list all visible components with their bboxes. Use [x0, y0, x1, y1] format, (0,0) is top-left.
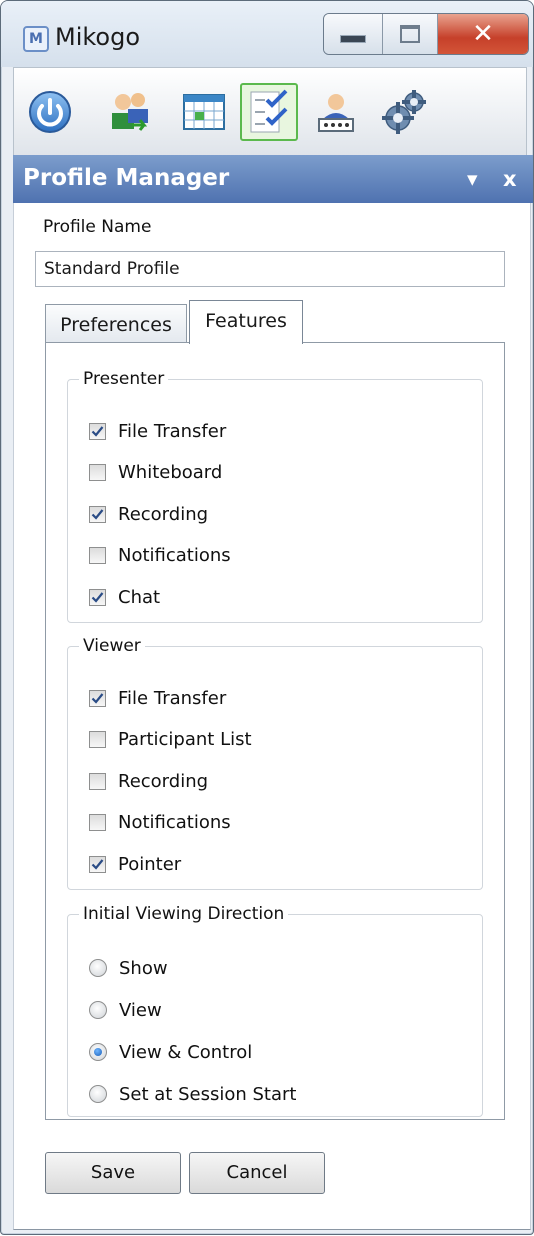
window-title: Mikogo — [55, 23, 141, 51]
direction-option-label: View & Control — [119, 1041, 253, 1063]
panel-title: Profile Manager — [23, 165, 230, 191]
viewer-participant-list-option[interactable]: Participant List — [89, 727, 252, 753]
presenter-file-transfer-option[interactable]: File Transfer — [89, 418, 226, 444]
viewer-recording-checkbox[interactable] — [89, 772, 106, 790]
viewer-notifications-checkbox[interactable] — [89, 814, 106, 831]
profile-name-label: Profile Name — [43, 217, 152, 237]
mikogo-logo-icon: M — [23, 26, 49, 52]
viewer-notifications-option[interactable]: Notifications — [89, 810, 231, 836]
password-button[interactable] — [310, 86, 362, 138]
maximize-button[interactable] — [383, 14, 438, 54]
checkmark-icon — [91, 692, 104, 704]
presenter-option-label: Recording — [118, 503, 209, 525]
presenter-chat-checkbox[interactable] — [89, 588, 106, 606]
viewing-direction-legend: Initial Viewing Direction — [79, 904, 289, 924]
profile-checklist-icon — [250, 89, 288, 133]
viewer-option-label: Recording — [118, 770, 209, 792]
schedule-table-icon — [183, 94, 225, 130]
checkmark-icon — [91, 508, 104, 520]
direction-view-control-option[interactable]: View & Control — [89, 1039, 252, 1065]
settings-gears-icon — [382, 90, 426, 134]
checkmark-icon — [91, 425, 104, 437]
profile-name-input[interactable]: Standard Profile — [35, 251, 505, 287]
profile-manager-header: Profile Manager ▾ x — [13, 155, 533, 203]
schedule-button[interactable] — [178, 86, 230, 138]
app-window: M Mikogo ✕ Profile Manager ▾ x Profile N… — [0, 0, 534, 1235]
window-controls: ✕ — [323, 13, 529, 55]
tab-features[interactable]: Features — [189, 300, 303, 344]
direction-set-at-session-start-radio[interactable] — [89, 1085, 107, 1103]
presenter-notifications-checkbox[interactable] — [89, 547, 106, 564]
power-button[interactable] — [24, 86, 76, 138]
settings-button[interactable] — [378, 86, 430, 138]
checkmark-icon — [91, 591, 104, 603]
viewer-option-label: Pointer — [118, 853, 182, 875]
presenter-option-label: File Transfer — [118, 420, 227, 442]
viewer-legend: Viewer — [79, 636, 145, 656]
viewer-file-transfer-checkbox[interactable] — [89, 689, 106, 707]
power-icon — [29, 91, 71, 133]
checkmark-icon — [91, 858, 104, 870]
radio-selected-dot-icon — [94, 1048, 102, 1056]
participants-icon — [112, 93, 148, 131]
close-icon: ✕ — [472, 19, 494, 49]
direction-view-control-radio[interactable] — [89, 1043, 107, 1061]
viewer-option-label: File Transfer — [118, 687, 227, 709]
close-window-button[interactable]: ✕ — [438, 14, 528, 54]
direction-option-label: Show — [119, 957, 168, 979]
close-panel-icon[interactable]: x — [503, 167, 517, 191]
profile-manager-button[interactable] — [240, 83, 298, 141]
participants-button[interactable] — [104, 86, 156, 138]
minimize-button[interactable] — [324, 14, 383, 54]
viewer-pointer-option[interactable]: Pointer — [89, 851, 181, 877]
presenter-notifications-option[interactable]: Notifications — [89, 543, 231, 569]
presenter-chat-option[interactable]: Chat — [89, 584, 160, 610]
viewer-option-label: Participant List — [118, 729, 252, 750]
direction-option-label: View — [119, 999, 162, 1021]
presenter-whiteboard-option[interactable]: Whiteboard — [89, 460, 222, 486]
title-bar[interactable]: M Mikogo ✕ — [1, 1, 533, 67]
direction-show-radio[interactable] — [89, 959, 107, 977]
viewer-participant-list-checkbox[interactable] — [89, 731, 106, 748]
presenter-legend: Presenter — [79, 369, 169, 389]
maximize-icon — [400, 25, 420, 43]
cancel-button[interactable]: Cancel — [189, 1152, 325, 1194]
direction-set-at-session-start-option[interactable]: Set at Session Start — [89, 1081, 296, 1107]
presenter-recording-checkbox[interactable] — [89, 505, 106, 523]
direction-view-radio[interactable] — [89, 1001, 107, 1019]
tab-preferences[interactable]: Preferences — [45, 304, 187, 344]
user-password-icon — [318, 94, 354, 132]
presenter-option-label: Notifications — [118, 545, 231, 566]
presenter-option-label: Chat — [118, 586, 161, 608]
direction-option-label: Set at Session Start — [119, 1083, 297, 1105]
viewer-file-transfer-option[interactable]: File Transfer — [89, 685, 226, 711]
save-button[interactable]: Save — [45, 1152, 181, 1194]
presenter-whiteboard-checkbox[interactable] — [89, 464, 106, 481]
presenter-recording-option[interactable]: Recording — [89, 501, 208, 527]
collapse-chevron-icon[interactable]: ▾ — [467, 167, 478, 191]
viewer-recording-option[interactable]: Recording — [89, 768, 208, 794]
direction-show-option[interactable]: Show — [89, 955, 168, 981]
minimize-icon — [340, 35, 366, 43]
viewer-pointer-checkbox[interactable] — [89, 855, 106, 873]
presenter-option-label: Whiteboard — [118, 462, 223, 483]
presenter-file-transfer-checkbox[interactable] — [89, 422, 106, 440]
direction-view-option[interactable]: View — [89, 997, 162, 1023]
viewer-option-label: Notifications — [118, 812, 231, 833]
main-toolbar — [13, 67, 527, 157]
